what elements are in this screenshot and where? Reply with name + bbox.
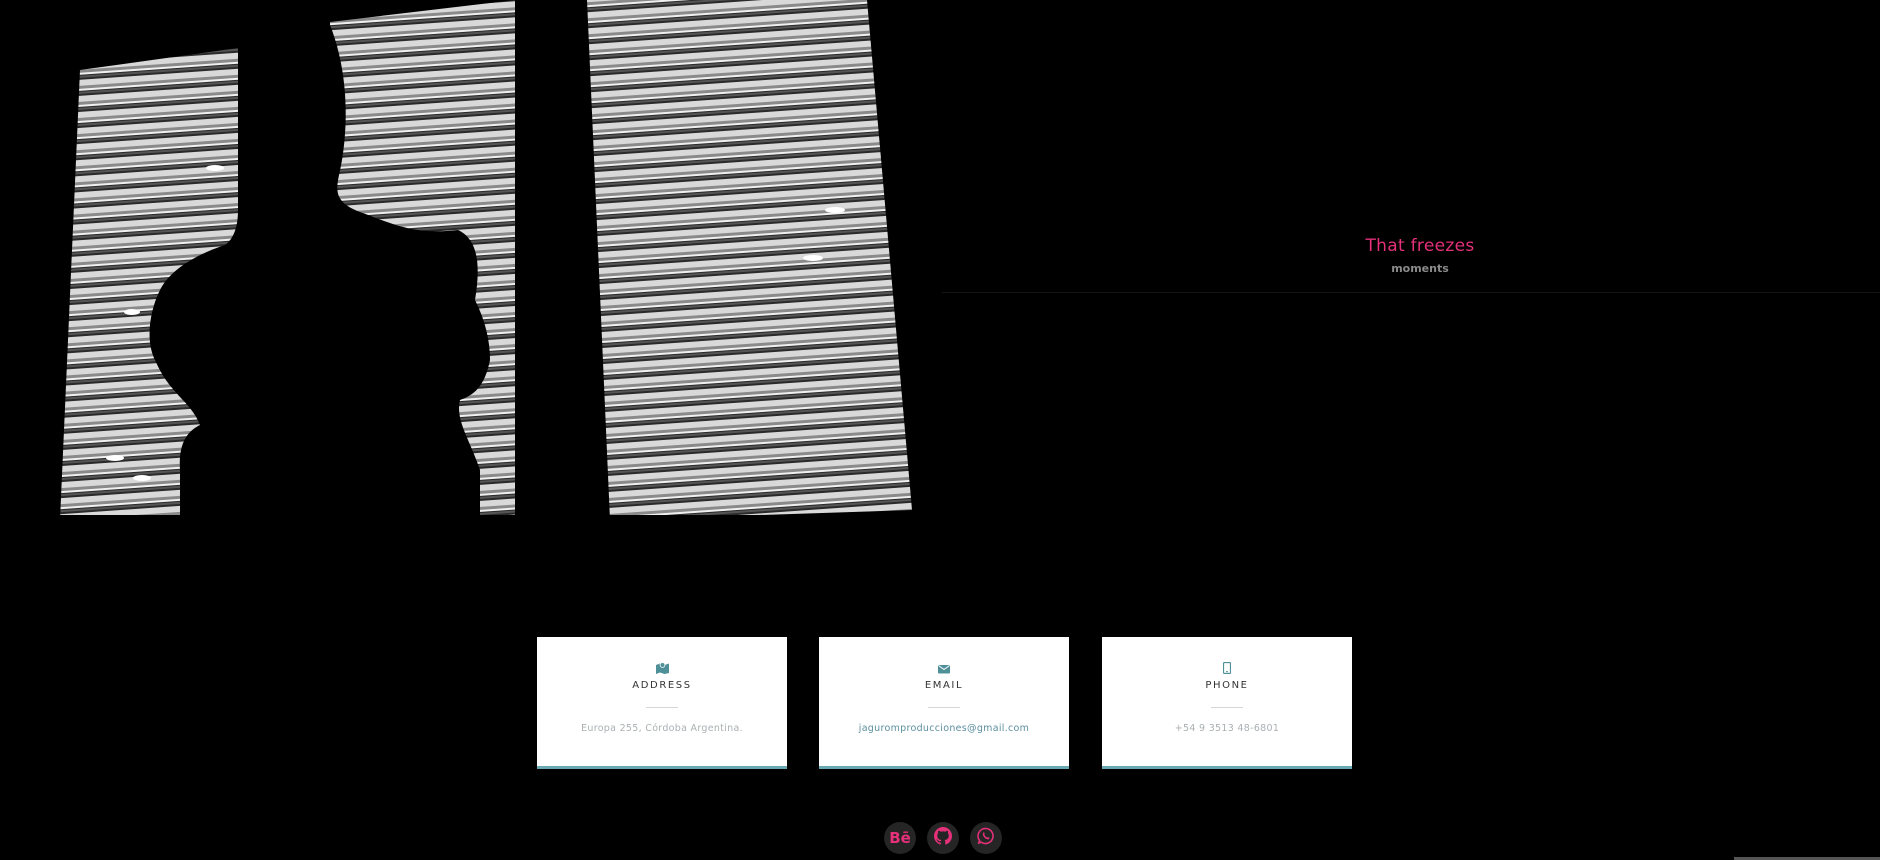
email-link[interactable]: jaguromproducciones@gmail.com (819, 723, 1069, 734)
github-button[interactable] (927, 822, 959, 854)
github-icon (934, 826, 952, 850)
card-separator (928, 707, 960, 708)
hero-divider (942, 292, 1880, 293)
address-label: ADDRESS (632, 680, 692, 691)
hero-subtitle: moments (1391, 262, 1449, 275)
behance-icon: Bē (889, 829, 911, 847)
phone-icon (1102, 661, 1352, 675)
email-card: EMAIL jaguromproducciones@gmail.com (819, 637, 1069, 769)
hero-tagline: That freezes moments (1000, 236, 1840, 275)
hero-title: That freezes (1365, 236, 1475, 256)
address-value: Europa 255, Córdoba Argentina. (581, 723, 743, 734)
phone-label: PHONE (1205, 680, 1249, 691)
phone-value: +54 9 3513 48-6801 (1174, 723, 1280, 734)
whatsapp-icon (977, 827, 995, 850)
behance-button[interactable]: Bē (884, 822, 916, 854)
card-separator (646, 707, 678, 708)
address-card: ADDRESS Europa 255, Córdoba Argentina. (537, 637, 787, 769)
social-links: Bē (884, 822, 1002, 854)
card-separator (1211, 707, 1243, 708)
phone-card: PHONE +54 9 3513 48-6801 (1102, 637, 1352, 769)
contact-cards: ADDRESS Europa 255, Córdoba Argentina. E… (537, 637, 1352, 769)
whatsapp-button[interactable] (970, 822, 1002, 854)
envelope-icon (819, 661, 1069, 675)
map-icon (537, 661, 787, 675)
email-label: EMAIL (924, 680, 964, 691)
hero-photo (60, 0, 915, 520)
